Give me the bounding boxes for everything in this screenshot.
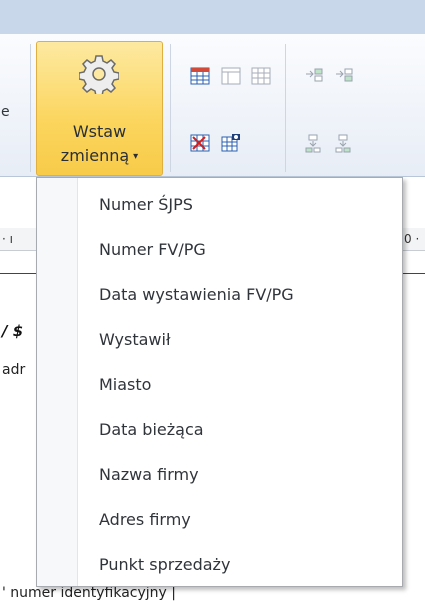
menu-item-numer-sjps[interactable]: Numer ŚJPS [99, 182, 193, 228]
document-field-fragment: adr [2, 362, 26, 378]
ribbon-separator [30, 44, 31, 172]
merge-right-icon [304, 66, 324, 86]
insert-variable-label-text: zmienną [60, 146, 130, 165]
menu-item-data-biezaca[interactable]: Data bieżąca [99, 407, 204, 453]
split-down-icon [304, 133, 324, 153]
menu-item-adres-firmy[interactable]: Adres firmy [99, 497, 191, 543]
insert-variable-label-line2: zmienną ▾ [37, 146, 162, 165]
menu-icon-column [37, 178, 78, 586]
menu-item-punkt-sprzedazy[interactable]: Punkt sprzedaży [99, 542, 230, 588]
ruler-left-mark: · ı [2, 232, 13, 246]
table-grid-icon [251, 66, 271, 86]
insert-variable-button[interactable]: Wstaw zmienną ▾ [36, 41, 163, 176]
insert-variable-label-line1: Wstaw [72, 122, 127, 141]
menu-item-miasto[interactable]: Miasto [99, 362, 151, 408]
gear-icon [79, 55, 119, 94]
split-down-alt-icon [334, 133, 354, 153]
ruler-right-mark: 0 · [404, 232, 420, 246]
insert-variable-menu: Numer ŚJPS Numer FV/PG Data wystawienia … [36, 177, 403, 587]
menu-item-data-wystawienia[interactable]: Data wystawienia FV/PG [99, 272, 294, 318]
menu-item-nazwa-firmy[interactable]: Nazwa firmy [99, 452, 199, 498]
ribbon-separator [285, 44, 286, 172]
ribbon-cut-label: e [1, 104, 10, 120]
table-outline-icon [221, 66, 241, 86]
table-delete-icon[interactable] [190, 133, 210, 153]
document-heading-fragment: / $ [2, 322, 24, 340]
table-icon[interactable] [190, 66, 210, 86]
menu-item-wystawil[interactable]: Wystawił [99, 317, 171, 363]
merge-right-alt-icon [334, 66, 354, 86]
title-bar [0, 0, 425, 34]
chevron-down-icon: ▾ [133, 151, 139, 162]
ribbon-separator [170, 44, 171, 172]
menu-item-numer-fv-pg[interactable]: Numer FV/PG [99, 227, 206, 273]
table-properties-icon[interactable] [221, 133, 241, 153]
